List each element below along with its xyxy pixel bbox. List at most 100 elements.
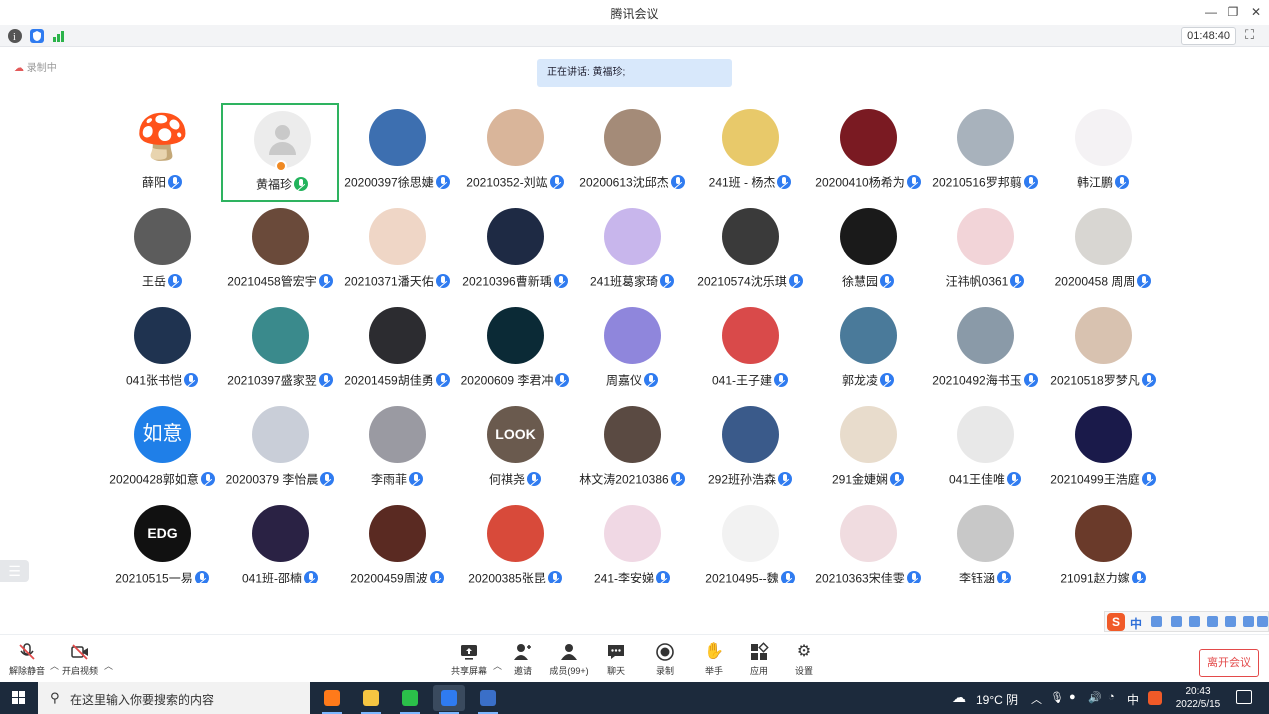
- participant-tile[interactable]: LOOK 何祺尧: [456, 400, 574, 499]
- info-icon[interactable]: i: [8, 29, 22, 43]
- participant-avatar[interactable]: 如意: [134, 406, 191, 463]
- participant-tile[interactable]: 🍄 薛阳: [103, 103, 221, 202]
- toolbox-icon[interactable]: [1225, 616, 1236, 627]
- participant-tile[interactable]: 041班-邵楠: [221, 499, 339, 583]
- participant-tile[interactable]: 王岳: [103, 202, 221, 301]
- settings-button[interactable]: ⚙ 设置: [781, 639, 827, 681]
- participant-avatar[interactable]: [252, 406, 309, 463]
- ime-language[interactable]: 中: [1130, 615, 1142, 632]
- participant-tile[interactable]: 20200397徐思婕: [338, 103, 456, 202]
- weather-text[interactable]: 19°C 阴: [976, 691, 1018, 708]
- taskbar-clock[interactable]: 20:43 2022/5/15: [1170, 685, 1226, 711]
- participant-tile[interactable]: 林文涛20210386: [573, 400, 691, 499]
- tray-qq-icon[interactable]: ●: [1069, 691, 1076, 703]
- participant-tile[interactable]: 20210574沈乐琪: [691, 202, 809, 301]
- participant-avatar[interactable]: [722, 208, 779, 265]
- tray-network-icon[interactable]: ◔: [1108, 691, 1115, 703]
- menu-grid-icon[interactable]: [1257, 616, 1268, 627]
- list-toggle-icon[interactable]: ☰: [0, 560, 29, 582]
- raise-hand-button[interactable]: ✋ 举手: [691, 639, 737, 681]
- signal-icon[interactable]: [52, 29, 66, 43]
- participant-avatar[interactable]: [369, 208, 426, 265]
- participant-tile[interactable]: 20200459周波: [338, 499, 456, 583]
- participant-avatar[interactable]: [840, 505, 897, 562]
- participant-avatar[interactable]: [840, 208, 897, 265]
- participant-tile[interactable]: 周嘉仪: [573, 301, 691, 400]
- participant-avatar[interactable]: [134, 208, 191, 265]
- restore-icon[interactable]: ❐: [1223, 3, 1243, 21]
- participant-avatar[interactable]: [604, 109, 661, 166]
- sogou-logo-icon[interactable]: S: [1107, 613, 1125, 631]
- participant-tile[interactable]: 郭龙凌: [809, 301, 927, 400]
- tray-mic-icon[interactable]: 🎙: [1050, 691, 1064, 704]
- participant-tile[interactable]: 20210458管宏宇: [221, 202, 339, 301]
- participant-tile[interactable]: 20200385张昆: [456, 499, 574, 583]
- windows-start-icon[interactable]: [0, 682, 38, 714]
- participant-tile[interactable]: 20200613沈邱杰: [573, 103, 691, 202]
- participant-tile[interactable]: 如意 20200428郭如意: [103, 400, 221, 499]
- participant-avatar[interactable]: [252, 505, 309, 562]
- video-options-chevron-icon[interactable]: ︿: [104, 659, 113, 672]
- participant-tile[interactable]: 20210352-刘竑: [456, 103, 574, 202]
- fullscreen-icon[interactable]: ⛶: [1245, 28, 1259, 42]
- participant-tile[interactable]: 李雨菲: [338, 400, 456, 499]
- participant-avatar[interactable]: [1075, 505, 1132, 562]
- participant-tile[interactable]: 241班 - 杨杰: [691, 103, 809, 202]
- participant-tile[interactable]: 291金婕娴: [809, 400, 927, 499]
- invite-button[interactable]: 邀请: [500, 639, 546, 681]
- participant-tile[interactable]: 041-王子建: [691, 301, 809, 400]
- participant-avatar[interactable]: 🍄: [134, 109, 191, 166]
- participant-tile[interactable]: 21091赵力嫁: [1044, 499, 1162, 583]
- participant-avatar[interactable]: [1075, 307, 1132, 364]
- participant-avatar[interactable]: [487, 208, 544, 265]
- participant-tile[interactable]: 20210495--魏: [691, 499, 809, 583]
- participant-avatar[interactable]: LOOK: [487, 406, 544, 463]
- participant-avatar[interactable]: [604, 505, 661, 562]
- apps-button[interactable]: 应用: [736, 639, 782, 681]
- participant-tile[interactable]: 20200458 周周: [1044, 202, 1162, 301]
- participant-avatar[interactable]: [369, 406, 426, 463]
- participant-avatar[interactable]: [252, 307, 309, 364]
- start-video-button[interactable]: 开启视频: [57, 639, 103, 681]
- participant-tile[interactable]: 20210397盛家翌: [221, 301, 339, 400]
- participant-avatar[interactable]: [957, 208, 1014, 265]
- participant-avatar[interactable]: [722, 505, 779, 562]
- tray-sogou-icon[interactable]: [1148, 691, 1162, 705]
- participant-tile[interactable]: 20210518罗梦凡: [1044, 301, 1162, 400]
- keyboard-icon[interactable]: [1207, 616, 1218, 627]
- participant-avatar[interactable]: [840, 307, 897, 364]
- participant-tile[interactable]: 汪祎帆0361: [926, 202, 1044, 301]
- tray-volume-icon[interactable]: 🔊: [1088, 691, 1102, 704]
- punctuation-icon[interactable]: [1151, 616, 1162, 627]
- participant-tile[interactable]: 292班孙浩森: [691, 400, 809, 499]
- participant-tile[interactable]: 黄福珍: [221, 103, 339, 202]
- participant-avatar[interactable]: [604, 307, 661, 364]
- leave-meeting-button[interactable]: 离开会议: [1199, 649, 1259, 677]
- tray-expand-chevron-icon[interactable]: ︿: [1031, 691, 1042, 707]
- participant-avatar[interactable]: [957, 307, 1014, 364]
- participant-avatar[interactable]: [840, 406, 897, 463]
- file-explorer-app[interactable]: [355, 685, 387, 714]
- participant-tile[interactable]: 241-李安娣: [573, 499, 691, 583]
- participant-tile[interactable]: 20210363宋佳雯: [809, 499, 927, 583]
- notification-center-icon[interactable]: [1236, 690, 1252, 704]
- participant-avatar[interactable]: [487, 307, 544, 364]
- participant-tile[interactable]: 20200609 李君冲: [456, 301, 574, 400]
- participant-avatar[interactable]: [722, 307, 779, 364]
- wechat-app[interactable]: [394, 685, 426, 714]
- unmute-button[interactable]: 解除静音: [4, 639, 50, 681]
- participant-tile[interactable]: 20201459胡佳勇: [338, 301, 456, 400]
- participant-tile[interactable]: 041张书恺: [103, 301, 221, 400]
- participant-avatar[interactable]: [369, 307, 426, 364]
- share-screen-button[interactable]: 共享屏幕: [446, 639, 492, 681]
- participant-tile[interactable]: 20210371潘天佑: [338, 202, 456, 301]
- participant-avatar[interactable]: [604, 208, 661, 265]
- firefox-app[interactable]: [316, 685, 348, 714]
- close-icon[interactable]: ✕: [1246, 3, 1266, 21]
- participant-avatar[interactable]: [369, 109, 426, 166]
- minimize-icon[interactable]: —: [1201, 3, 1221, 21]
- shield-icon[interactable]: [30, 29, 44, 43]
- participant-tile[interactable]: EDG 20210515一易: [103, 499, 221, 583]
- participant-tile[interactable]: 041王佳唯: [926, 400, 1044, 499]
- participant-avatar[interactable]: [957, 505, 1014, 562]
